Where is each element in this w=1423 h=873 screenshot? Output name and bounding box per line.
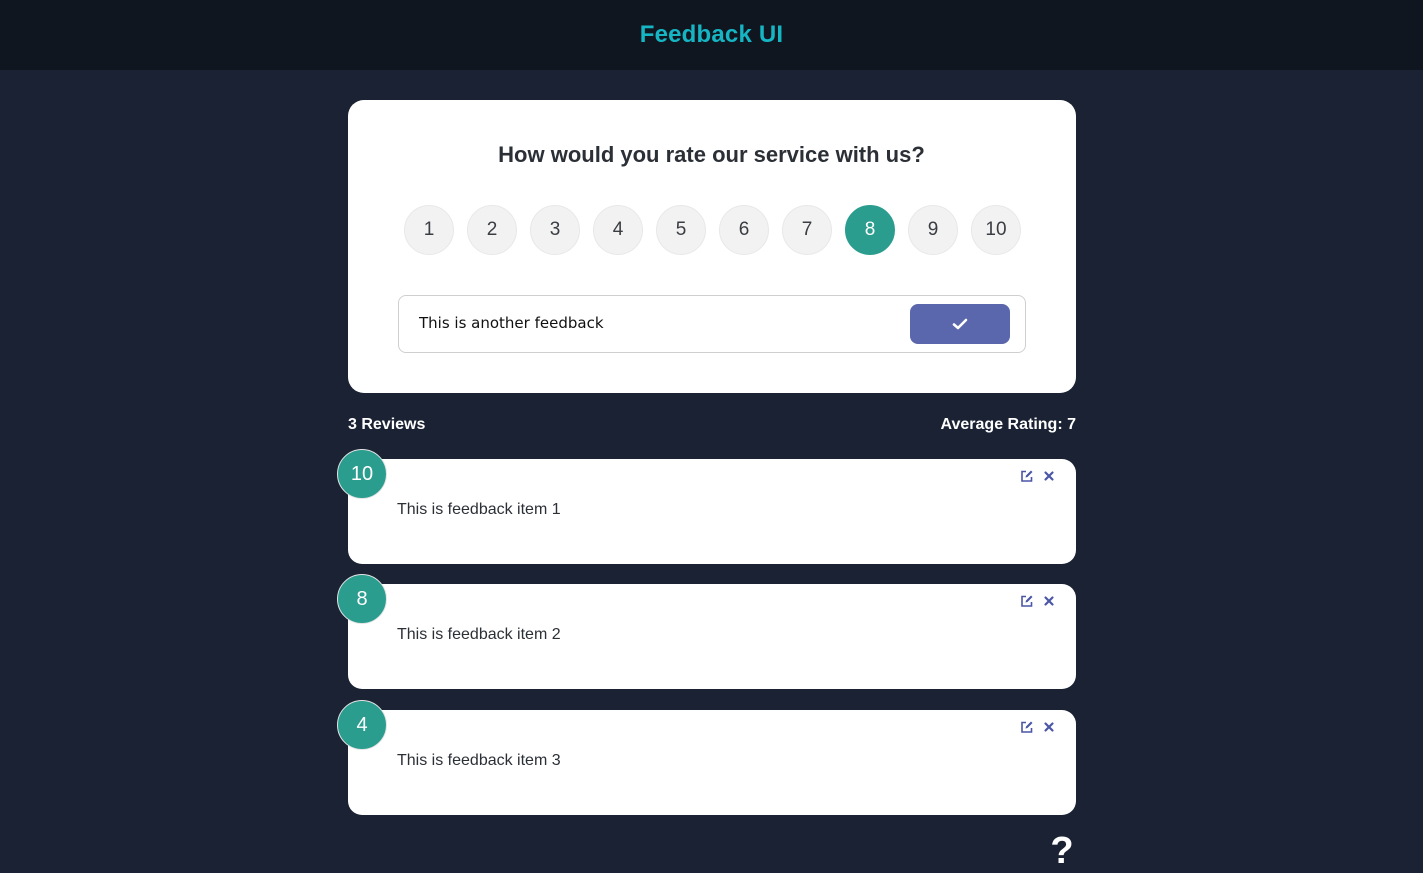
rating-option-6[interactable]: 6 — [719, 205, 769, 255]
card-actions — [1020, 720, 1056, 734]
feedback-card: 4 This is feedback item 3 — [337, 700, 1076, 815]
rating-option-8[interactable]: 8 — [845, 205, 895, 255]
rating-option-5[interactable]: 5 — [656, 205, 706, 255]
send-button[interactable] — [910, 304, 1010, 344]
close-icon[interactable] — [1042, 469, 1056, 483]
help-link[interactable]: ? — [1048, 830, 1076, 872]
edit-icon[interactable] — [1020, 594, 1034, 608]
rating-option-2[interactable]: 2 — [467, 205, 517, 255]
rating-option-10[interactable]: 10 — [971, 205, 1021, 255]
rating-options: 1 2 3 4 5 6 7 8 9 10 — [404, 205, 1021, 255]
rating-badge: 8 — [337, 574, 387, 624]
close-icon[interactable] — [1042, 594, 1056, 608]
close-icon[interactable] — [1042, 720, 1056, 734]
feedback-text: This is feedback item 3 — [397, 752, 561, 769]
check-icon — [952, 318, 968, 330]
rating-option-4[interactable]: 4 — [593, 205, 643, 255]
app-title: Feedback UI — [639, 21, 784, 48]
card-actions — [1020, 469, 1056, 483]
feedback-input[interactable] — [419, 314, 889, 332]
average-rating: Average Rating: 7 — [940, 416, 1076, 433]
card-actions — [1020, 594, 1056, 608]
rating-option-1[interactable]: 1 — [404, 205, 454, 255]
feedback-text: This is feedback item 2 — [397, 626, 561, 643]
rating-badge: 10 — [337, 449, 387, 499]
rating-option-9[interactable]: 9 — [908, 205, 958, 255]
rating-question: How would you rate our service with us? — [498, 142, 925, 167]
feedback-text: This is feedback item 1 — [397, 501, 561, 518]
feedback-card: 10 This is feedback item 1 — [337, 449, 1076, 564]
reviews-count: 3 Reviews — [348, 416, 426, 433]
rating-option-3[interactable]: 3 — [530, 205, 580, 255]
feedback-card: 8 This is feedback item 2 — [337, 574, 1076, 689]
edit-icon[interactable] — [1020, 469, 1034, 483]
edit-icon[interactable] — [1020, 720, 1034, 734]
rating-option-7[interactable]: 7 — [782, 205, 832, 255]
feedback-input-group — [398, 295, 1026, 353]
app-header: Feedback UI — [0, 0, 1423, 70]
rating-badge: 4 — [337, 700, 387, 750]
